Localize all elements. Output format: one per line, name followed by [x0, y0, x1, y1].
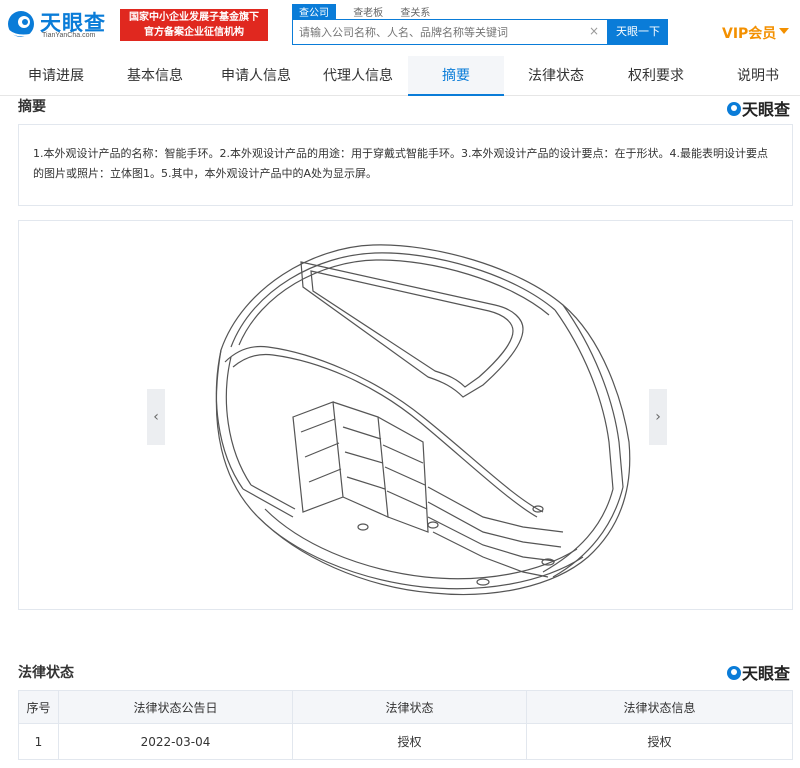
tab-abstract[interactable]: 摘要 [408, 56, 504, 96]
table-row: 1 2022-03-04 授权 授权 [18, 723, 793, 760]
banner-line-2: 官方备案企业征信机构 [144, 27, 244, 38]
tab-applicant-info[interactable]: 申请人信息 [210, 56, 302, 96]
tab-legal-status[interactable]: 法律状态 [514, 56, 598, 96]
legal-status-table: 序号 法律状态公告日 法律状态 法律状态信息 1 2022-03-04 授权 授… [18, 690, 793, 760]
top-header: 天眼查 TianYanCha.com 国家中小企业发展子基金旗下 官方备案企业征… [0, 0, 800, 50]
clear-icon[interactable]: × [589, 24, 599, 38]
cell-status: 授权 [292, 723, 527, 760]
search-type-tabs: 查公司 查老板 查关系 [292, 4, 444, 19]
section-brand-logo: 天眼查 [727, 96, 790, 120]
tab-search-boss[interactable]: 查老板 [353, 4, 383, 19]
search-input[interactable] [299, 23, 579, 41]
prev-image-button[interactable]: ‹ [147, 389, 165, 445]
logo-eye-icon [727, 102, 741, 116]
tianyancha-logo[interactable]: 天眼查 TianYanCha.com [6, 6, 118, 42]
tab-search-company[interactable]: 查公司 [292, 4, 336, 19]
abstract-text: 1.本外观设计产品的名称：智能手环。2.本外观设计产品的用途：用于穿戴式智能手环… [33, 147, 768, 180]
brand-text: 天眼查 [742, 100, 791, 119]
tab-claims[interactable]: 权利要求 [614, 56, 698, 96]
legal-status-title: 法律状态 [18, 665, 74, 681]
tab-search-relation[interactable]: 查关系 [400, 4, 430, 19]
tab-application-progress[interactable]: 申请进展 [14, 56, 98, 96]
col-header-status-info: 法律状态信息 [526, 690, 793, 724]
chevron-left-icon: ‹ [153, 409, 159, 425]
section-brand-logo: 天眼查 [727, 660, 790, 684]
logo-eye-icon [8, 11, 34, 37]
brand-text: 天眼查 [742, 664, 791, 683]
official-banner[interactable]: 国家中小企业发展子基金旗下 官方备案企业征信机构 [120, 9, 268, 41]
search-button[interactable]: 天眼一下 [608, 19, 668, 45]
patent-image-viewer: ‹ › [18, 220, 793, 610]
abstract-text-box: 1.本外观设计产品的名称：智能手环。2.本外观设计产品的用途：用于穿戴式智能手环… [18, 124, 793, 206]
vip-member-link[interactable]: VIP会员 [722, 23, 776, 43]
col-header-status: 法律状态 [292, 690, 527, 724]
next-image-button[interactable]: › [649, 389, 667, 445]
chevron-right-icon: › [655, 409, 661, 425]
smart-band-drawing [215, 244, 631, 596]
table-header-row: 序号 法律状态公告日 法律状态 法律状态信息 [18, 690, 793, 724]
banner-line-1: 国家中小企业发展子基金旗下 [129, 12, 259, 23]
caret-down-icon[interactable] [779, 28, 789, 34]
search-box: × [292, 19, 608, 45]
cell-announce-date: 2022-03-04 [58, 723, 293, 760]
cell-status-info: 授权 [526, 723, 793, 760]
tab-basic-info[interactable]: 基本信息 [113, 56, 197, 96]
detail-nav: 申请进展 基本信息 申请人信息 代理人信息 摘要 法律状态 权利要求 说明书 [0, 56, 800, 96]
tab-agent-info[interactable]: 代理人信息 [312, 56, 404, 96]
col-header-announce-date: 法律状态公告日 [58, 690, 293, 724]
tab-description[interactable]: 说明书 [722, 56, 794, 96]
col-header-index: 序号 [18, 690, 59, 724]
abstract-title: 摘要 [18, 99, 46, 115]
logo-eye-icon [727, 666, 741, 680]
cell-index: 1 [18, 723, 59, 760]
logo-domain: TianYanCha.com [42, 32, 96, 39]
